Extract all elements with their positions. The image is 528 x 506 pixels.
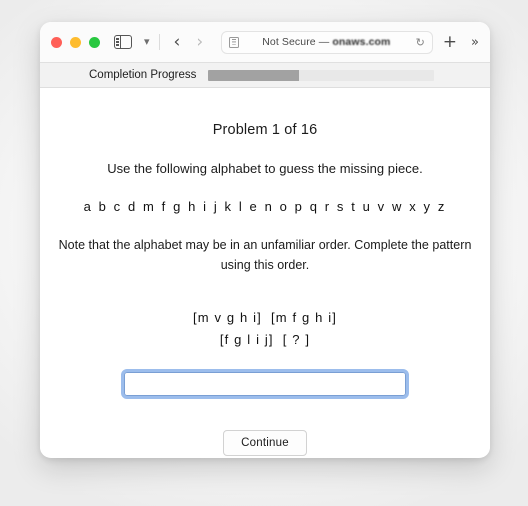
pattern-group-3: [f g l i j] bbox=[219, 331, 274, 347]
pattern-group-4: [ ? ] bbox=[282, 331, 311, 347]
address-bar[interactable]: Not Secure — onaws.com ↻ bbox=[221, 30, 433, 54]
chevron-down-icon[interactable]: ▾ bbox=[144, 36, 150, 48]
minimize-window-button[interactable] bbox=[70, 36, 81, 48]
pattern-row-2: [f g l i j] [ ? ] bbox=[40, 329, 490, 351]
pattern-display: [m v g h i] [m f g h i] [f g l i j] [ ? ] bbox=[40, 307, 490, 352]
browser-window: ▾ ‹ › Not Secure — onaws.com ↻ + » Compl… bbox=[40, 22, 490, 458]
navigation-buttons: ‹ › bbox=[174, 33, 204, 51]
pattern-row-1: [m v g h i] [m f g h i] bbox=[40, 307, 490, 329]
pattern-group-1: [m v g h i] bbox=[192, 309, 262, 325]
sidebar-icon bbox=[114, 34, 132, 50]
page-title: Problem 1 of 16 bbox=[212, 122, 318, 138]
desktop-background: ▾ ‹ › Not Secure — onaws.com ↻ + » Compl… bbox=[0, 0, 528, 506]
sidebar-toggle-button[interactable] bbox=[114, 34, 132, 50]
toolbar-divider bbox=[158, 34, 160, 50]
close-window-button[interactable] bbox=[51, 36, 62, 48]
security-status-label: Not Secure — bbox=[262, 36, 330, 48]
page-content: Problem 1 of 16 Use the following alphab… bbox=[40, 88, 490, 457]
back-button[interactable]: ‹ bbox=[174, 33, 181, 51]
progress-fill bbox=[208, 69, 299, 81]
completion-progress-bar: Completion Progress bbox=[40, 63, 490, 88]
reader-view-icon[interactable] bbox=[229, 36, 240, 48]
alphabet-text: a b c d m f g h i j k l e n o p q r s t … bbox=[83, 199, 447, 214]
progress-track bbox=[208, 69, 435, 81]
window-controls bbox=[51, 36, 100, 48]
more-tabs-button[interactable]: » bbox=[471, 36, 479, 49]
progress-label: Completion Progress bbox=[89, 69, 197, 81]
address-bar-domain: onaws.com bbox=[332, 36, 391, 48]
note-text: Note that the alphabet may be in an unfa… bbox=[58, 238, 472, 273]
maximize-window-button[interactable] bbox=[89, 36, 100, 48]
browser-toolbar: ▾ ‹ › Not Secure — onaws.com ↻ + » bbox=[40, 22, 490, 63]
forward-button[interactable]: › bbox=[196, 33, 203, 51]
answer-field-container bbox=[40, 369, 490, 399]
pattern-group-2: [m f g h i] bbox=[270, 309, 338, 325]
continue-button-container: Continue bbox=[40, 430, 490, 457]
reload-icon[interactable]: ↻ bbox=[416, 36, 425, 49]
instruction-text: Use the following alphabet to guess the … bbox=[107, 161, 423, 176]
answer-input[interactable] bbox=[121, 369, 409, 399]
address-bar-text: Not Secure — onaws.com bbox=[239, 36, 413, 48]
new-tab-button[interactable]: + bbox=[443, 33, 457, 51]
continue-button[interactable]: Continue bbox=[223, 430, 307, 457]
